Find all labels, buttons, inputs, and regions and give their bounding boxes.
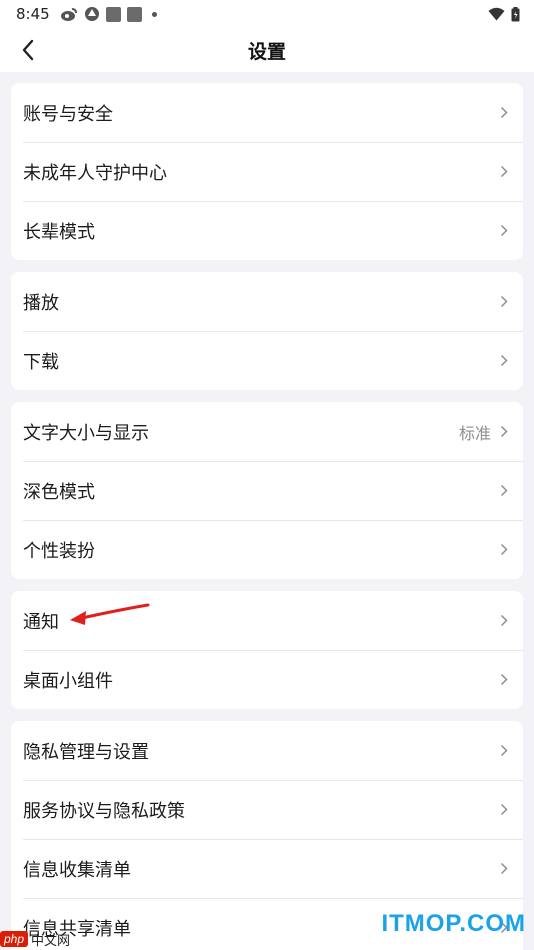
settings-item-label: 播放 (23, 292, 59, 314)
settings-item-elder-mode[interactable]: 长辈模式 (11, 201, 523, 260)
settings-item-info-collection[interactable]: 信息收集清单 (11, 839, 523, 898)
status-bar: 8:45 (0, 0, 534, 28)
settings-item-label: 下载 (23, 351, 59, 373)
page-title: 设置 (247, 40, 286, 63)
settings-item-minor-protection[interactable]: 未成年人守护中心 (11, 142, 523, 201)
chevron-right-icon (497, 803, 511, 817)
settings-item-dark-mode[interactable]: 深色模式 (11, 461, 523, 520)
app-header: 设置 (0, 28, 534, 72)
settings-item-label: 长辈模式 (23, 221, 95, 243)
watermark-itmop: ITMOP.COM (381, 910, 526, 937)
settings-group-account: 账号与安全 未成年人守护中心 长辈模式 (11, 83, 523, 260)
status-time: 8:45 (16, 5, 50, 23)
chevron-right-icon (497, 614, 511, 628)
annotation-arrow-icon (70, 603, 150, 625)
chevron-right-icon (497, 165, 511, 179)
watermark-php-text: 中文网 (31, 933, 71, 949)
chevron-right-icon (497, 425, 511, 439)
app-icon (84, 7, 99, 21)
settings-item-label: 文字大小与显示 (23, 422, 149, 444)
wifi-icon (488, 7, 505, 21)
square-icon (105, 6, 121, 22)
settings-group-display: 文字大小与显示 标准 深色模式 个性装扮 (11, 402, 523, 579)
chevron-right-icon (497, 744, 511, 758)
settings-item-playback[interactable]: 播放 (11, 272, 523, 331)
settings-group-media: 播放 下载 (11, 272, 523, 390)
chevron-right-icon (497, 543, 511, 557)
settings-item-text-size[interactable]: 文字大小与显示 标准 (11, 402, 523, 461)
settings-item-label: 桌面小组件 (23, 670, 113, 692)
settings-item-account-security[interactable]: 账号与安全 (11, 83, 523, 142)
settings-item-label: 服务协议与隐私政策 (23, 800, 185, 822)
battery-icon (511, 6, 520, 21)
dot-icon (151, 11, 157, 17)
watermark-php-badge: php (0, 931, 29, 947)
settings-item-label: 账号与安全 (23, 103, 113, 125)
settings-item-agreements[interactable]: 服务协议与隐私政策 (11, 780, 523, 839)
settings-item-widgets[interactable]: 桌面小组件 (11, 650, 523, 709)
chevron-right-icon (497, 484, 511, 498)
chevron-right-icon (497, 295, 511, 309)
watermark-php: php 中文网 (0, 928, 70, 950)
settings-item-label: 通知 (23, 611, 59, 633)
chevron-right-icon (497, 862, 511, 876)
chevron-right-icon (497, 224, 511, 238)
chevron-right-icon (497, 106, 511, 120)
settings-item-label: 未成年人守护中心 (23, 162, 167, 184)
settings-item-privacy-settings[interactable]: 隐私管理与设置 (11, 721, 523, 780)
chevron-right-icon (497, 673, 511, 687)
settings-item-label: 个性装扮 (23, 540, 95, 562)
settings-item-value: 标准 (458, 423, 491, 443)
back-button[interactable] (14, 36, 42, 64)
settings-item-label: 深色模式 (23, 481, 95, 503)
weibo-icon (60, 7, 77, 21)
settings-item-label: 信息收集清单 (23, 859, 131, 881)
settings-item-label: 隐私管理与设置 (23, 741, 149, 763)
settings-item-personalize[interactable]: 个性装扮 (11, 520, 523, 579)
square-icon (126, 6, 142, 22)
chevron-right-icon (497, 354, 511, 368)
chevron-left-icon (22, 39, 34, 61)
settings-item-download[interactable]: 下载 (11, 331, 523, 390)
